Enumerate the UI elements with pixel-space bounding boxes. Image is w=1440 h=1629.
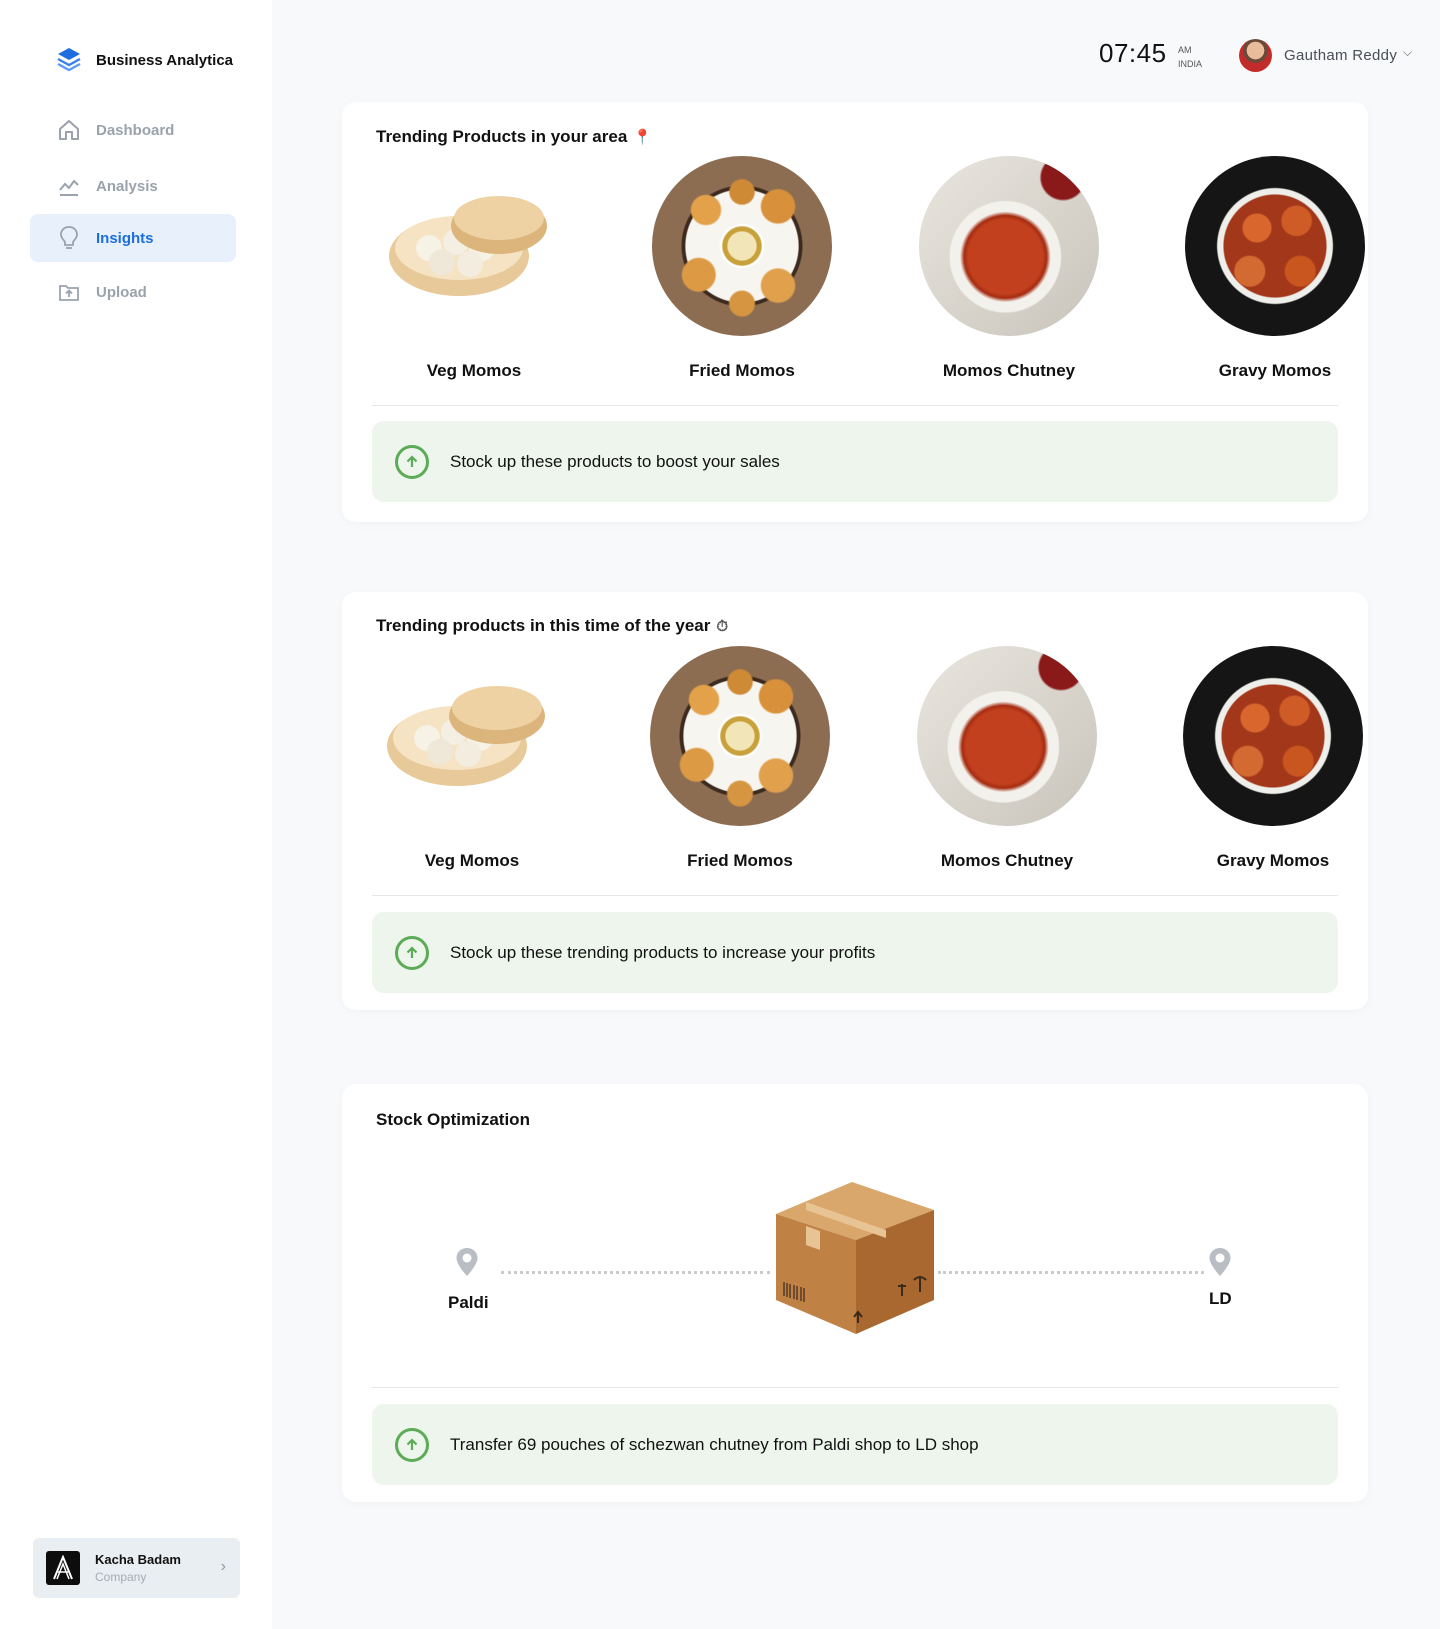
product-name: Momos Chutney [940, 851, 1074, 870]
company-logo [46, 1551, 80, 1585]
product-card[interactable]: Veg Momos [354, 156, 594, 381]
veg-momos-image [382, 646, 562, 826]
divider [372, 895, 1338, 896]
clock-meridiem: AM [1178, 45, 1192, 55]
sidebar-item-label: Analysis [96, 177, 158, 195]
clock-meta: AM INDIA [1178, 43, 1202, 71]
stack-layers-icon [57, 48, 81, 72]
product-card[interactable]: Fried Momos [622, 156, 862, 381]
location-pin-icon: 📍 [633, 129, 652, 146]
product-card[interactable]: Gravy Momos [1155, 156, 1395, 381]
origin-location-label: Paldi [448, 1293, 489, 1312]
sidebar: Business Analytica Dashboard Analysis In… [0, 0, 272, 1629]
package-box-icon [776, 1182, 934, 1334]
product-name: Veg Momos [424, 851, 520, 870]
location-pin-icon [1209, 1248, 1231, 1276]
product-card[interactable]: Momos Chutney [887, 646, 1127, 871]
card-title-text: Trending Products in your area [376, 127, 628, 146]
product-name: Momos Chutney [942, 361, 1076, 380]
route-line [938, 1271, 1204, 1274]
lightbulb-icon [56, 225, 82, 251]
product-name: Fried Momos [687, 851, 793, 870]
sidebar-item-dashboard[interactable]: Dashboard [30, 106, 236, 154]
chart-line-icon [56, 173, 82, 199]
product-name: Gravy Momos [1216, 851, 1330, 870]
sidebar-item-label: Dashboard [96, 121, 175, 139]
company-subtitle: Company [95, 1570, 147, 1584]
avatar[interactable] [1239, 39, 1272, 72]
gravy-momos-image [1185, 156, 1365, 336]
product-card[interactable]: Gravy Momos [1153, 646, 1393, 871]
product-card[interactable]: Veg Momos [352, 646, 592, 871]
veg-momos-image [384, 156, 564, 336]
arrow-up-circle-icon [395, 1427, 429, 1462]
sidebar-item-analysis[interactable]: Analysis [30, 162, 236, 210]
sidebar-item-upload[interactable]: Upload [30, 268, 236, 316]
chutney-bowl-image [919, 156, 1099, 336]
trending-season-card: Trending products in this time of the ye… [342, 592, 1368, 1010]
product-name: Gravy Momos [1218, 361, 1332, 380]
fried-momos-image [652, 156, 832, 336]
clock-time: 07:45 [1099, 38, 1167, 68]
arrow-up-circle-icon [395, 935, 429, 970]
insight-banner: Stock up these products to boost your sa… [372, 421, 1338, 502]
insight-banner: Stock up these trending products to incr… [372, 912, 1338, 993]
stopwatch-icon: ⏱ [716, 618, 729, 635]
company-switcher[interactable]: Kacha Badam Company › [33, 1538, 240, 1598]
divider [372, 405, 1338, 406]
banner-text: Transfer 69 pouches of schezwan chutney … [450, 1434, 979, 1454]
product-card[interactable]: Momos Chutney [889, 156, 1129, 381]
divider [372, 1387, 1338, 1388]
card-title: Stock Optimization [376, 1110, 530, 1129]
chevron-down-icon[interactable]: ⌵ [1403, 45, 1412, 60]
card-title: Trending Products in your area 📍 [376, 127, 652, 147]
trending-area-card: Trending Products in your area 📍 Veg Momo… [342, 102, 1368, 522]
banner-text: Stock up these products to boost your sa… [450, 451, 780, 471]
location-pin-icon [456, 1248, 478, 1276]
fried-momos-image [650, 646, 830, 826]
card-title-text: Trending products in this time of the ye… [376, 616, 711, 635]
card-title: Trending products in this time of the ye… [376, 616, 728, 636]
sidebar-item-label: Insights [96, 229, 154, 247]
destination-location-label: LD [1209, 1289, 1232, 1308]
gravy-momos-image [1183, 646, 1363, 826]
route-line [501, 1271, 770, 1274]
product-name: Fried Momos [689, 361, 795, 380]
insight-banner: Transfer 69 pouches of schezwan chutney … [372, 1404, 1338, 1485]
sidebar-item-label: Upload [96, 283, 147, 301]
upload-folder-icon [56, 279, 82, 305]
app-title: Business Analytica [96, 51, 233, 69]
product-card[interactable]: Fried Momos [620, 646, 860, 871]
home-icon [56, 117, 82, 143]
company-name: Kacha Badam [95, 1552, 181, 1567]
user-name[interactable]: Gautham Reddy [1284, 47, 1397, 64]
brand[interactable]: Business Analytica [56, 46, 233, 74]
product-name: Veg Momos [426, 361, 522, 380]
chevron-right-icon: › [220, 1558, 226, 1575]
clock-region: INDIA [1178, 59, 1203, 69]
banner-text: Stock up these trending products to incr… [450, 942, 876, 962]
sidebar-item-insights[interactable]: Insights [30, 214, 236, 262]
arrow-up-circle-icon [395, 444, 429, 479]
stock-optimization-card: Stock Optimization Paldi LD Transfer 69 … [342, 1084, 1368, 1502]
chutney-bowl-image [917, 646, 1097, 826]
